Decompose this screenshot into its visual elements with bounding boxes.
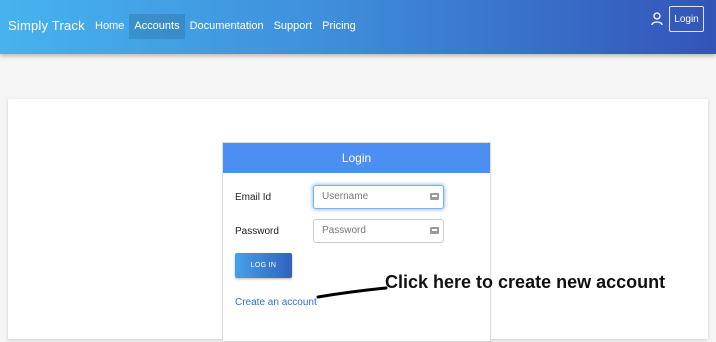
create-account-link[interactable]: Create an account bbox=[235, 297, 317, 308]
autofill-key-icon[interactable] bbox=[430, 227, 439, 234]
password-field[interactable]: Password bbox=[313, 219, 444, 243]
nav-link-documentation[interactable]: Documentation bbox=[185, 14, 269, 39]
login-panel: Login Email Id Username Password Passwor… bbox=[222, 142, 491, 342]
brand-logo[interactable]: Simply Track bbox=[8, 18, 85, 33]
annotation-arrow bbox=[316, 286, 388, 299]
password-label: Password bbox=[235, 226, 279, 237]
user-icon[interactable] bbox=[651, 12, 663, 26]
nav-link-accounts[interactable]: Accounts bbox=[129, 14, 185, 39]
annotation-callout: Click here to create new account bbox=[385, 272, 666, 292]
nav-link-pricing[interactable]: Pricing bbox=[317, 14, 361, 39]
top-navbar: Simply Track Home Accounts Documentation… bbox=[0, 0, 716, 54]
autofill-key-icon[interactable] bbox=[430, 193, 439, 200]
nav-link-home[interactable]: Home bbox=[90, 14, 129, 39]
email-placeholder: Username bbox=[322, 191, 369, 202]
nav-links: Home Accounts Documentation Support Pric… bbox=[90, 14, 361, 39]
login-submit-button[interactable]: LOG IN bbox=[235, 253, 292, 278]
nav-link-support[interactable]: Support bbox=[269, 14, 318, 39]
login-panel-title: Login bbox=[223, 143, 490, 173]
email-label: Email Id bbox=[235, 192, 272, 203]
email-field[interactable]: Username bbox=[313, 185, 444, 209]
nav-login-button[interactable]: Login bbox=[669, 6, 704, 32]
password-placeholder: Password bbox=[322, 225, 366, 236]
